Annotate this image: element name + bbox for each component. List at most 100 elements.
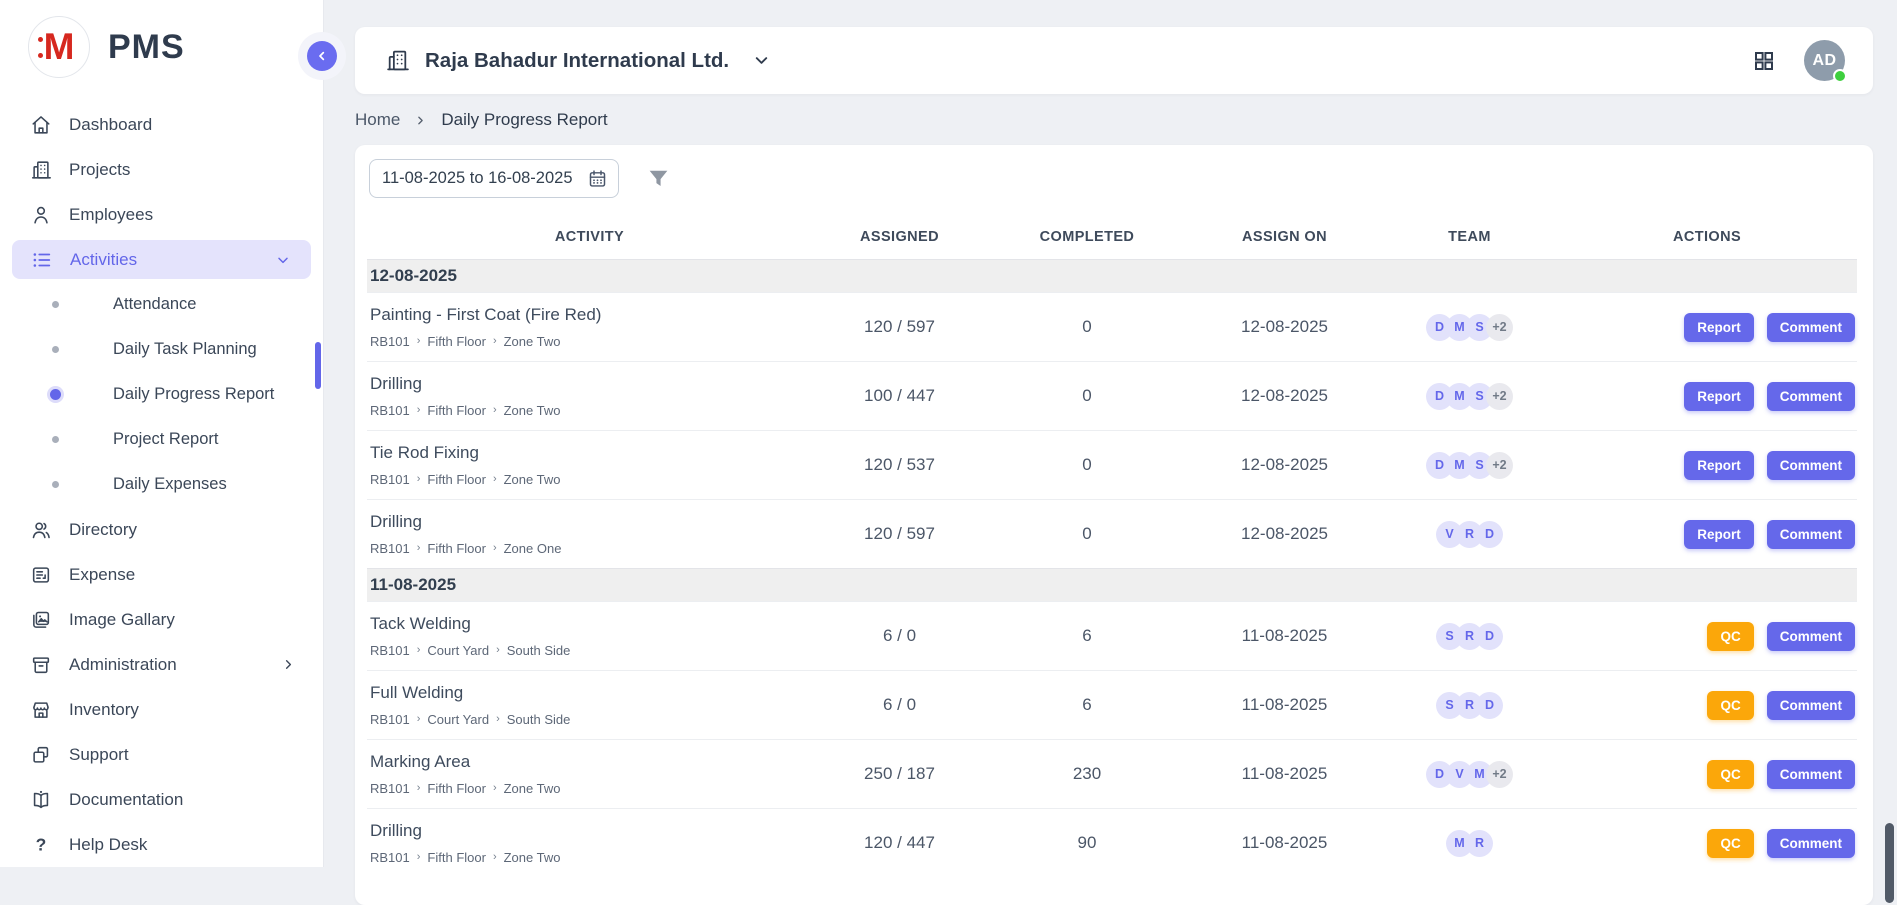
archive-icon: [30, 654, 52, 676]
team-avatar[interactable]: R: [1466, 830, 1493, 857]
team-avatar-group[interactable]: VRD: [1436, 521, 1503, 548]
sidebar-subitem-daily-task-planning[interactable]: Daily Task Planning: [0, 327, 323, 372]
sidebar-item-projects[interactable]: Projects: [0, 147, 323, 192]
activity-name: Drilling: [370, 512, 802, 532]
row-actions: QC Comment: [1557, 691, 1857, 720]
team-extra-badge[interactable]: +2: [1486, 314, 1513, 341]
assign-on-date: 12-08-2025: [1187, 317, 1382, 337]
apps-grid-icon[interactable]: [1752, 49, 1776, 73]
report-button[interactable]: Report: [1684, 451, 1754, 480]
team-avatar-group[interactable]: MR: [1446, 830, 1493, 857]
comment-button[interactable]: Comment: [1767, 382, 1855, 411]
report-button[interactable]: Report: [1684, 520, 1754, 549]
activity-path: RB101›Fifth Floor›Zone One: [370, 541, 802, 556]
comment-button[interactable]: Comment: [1767, 691, 1855, 720]
team-avatar[interactable]: D: [1476, 692, 1503, 719]
sidebar-item-activities[interactable]: Activities: [12, 240, 311, 279]
bullet-icon: [48, 389, 62, 400]
breadcrumb-home-link[interactable]: Home: [355, 110, 400, 130]
user-avatar[interactable]: AD: [1804, 40, 1845, 81]
sidebar-subitem-label: Daily Task Planning: [113, 340, 257, 359]
row-actions: QC Comment: [1557, 829, 1857, 858]
path-segment: Zone Two: [504, 334, 561, 349]
path-chevron-icon: ›: [493, 543, 497, 554]
top-header: Raja Bahadur International Ltd. AD: [355, 27, 1873, 94]
sidebar-collapse-button[interactable]: [307, 41, 337, 71]
team-extra-badge[interactable]: +2: [1486, 383, 1513, 410]
sidebar-item-image-gallary[interactable]: Image Gallary: [0, 597, 323, 642]
report-button[interactable]: Report: [1684, 382, 1754, 411]
comment-button[interactable]: Comment: [1767, 760, 1855, 789]
sidebar-item-expense[interactable]: Expense: [0, 552, 323, 597]
activity-name: Tack Welding: [370, 614, 802, 634]
comment-button[interactable]: Comment: [1767, 313, 1855, 342]
sidebar-item-label: Projects: [69, 160, 303, 180]
assign-on-date: 12-08-2025: [1187, 455, 1382, 475]
sidebar-item-documentation[interactable]: Documentation: [0, 777, 323, 822]
path-segment: RB101: [370, 541, 410, 556]
qc-button[interactable]: QC: [1707, 622, 1753, 651]
sidebar-item-directory[interactable]: Directory: [0, 507, 323, 552]
sidebar-subitem-label: Daily Progress Report: [113, 385, 274, 404]
sidebar-item-inventory[interactable]: Inventory: [0, 687, 323, 732]
date-range-input[interactable]: 11-08-2025 to 16-08-2025: [369, 159, 619, 198]
qc-button[interactable]: QC: [1707, 829, 1753, 858]
team-avatar-group[interactable]: DMS+2: [1426, 383, 1513, 410]
logo-m-icon: M: [28, 16, 90, 78]
comment-button[interactable]: Comment: [1767, 622, 1855, 651]
path-segment: RB101: [370, 334, 410, 349]
company-selector[interactable]: Raja Bahadur International Ltd.: [385, 48, 771, 73]
sidebar-subitem-project-report[interactable]: Project Report: [0, 417, 323, 462]
sidebar-subitem-label: Project Report: [113, 430, 218, 449]
path-chevron-icon: ›: [493, 474, 497, 485]
team-cell: SRD: [1382, 692, 1557, 719]
team-avatar-group[interactable]: DMS+2: [1426, 452, 1513, 479]
breadcrumb-current-page: Daily Progress Report: [441, 110, 607, 130]
path-segment: Fifth Floor: [427, 850, 486, 865]
sidebar-item-help-desk[interactable]: ? Help Desk: [0, 822, 323, 867]
comment-button[interactable]: Comment: [1767, 520, 1855, 549]
path-segment: Court Yard: [427, 712, 489, 727]
bullet-icon: [48, 301, 62, 308]
assigned-value: 120 / 447: [812, 833, 987, 853]
sidebar-item-dashboard[interactable]: Dashboard: [0, 102, 323, 147]
path-chevron-icon: ›: [496, 714, 500, 725]
team-avatar-group[interactable]: SRD: [1436, 623, 1503, 650]
sidebar-item-label: Directory: [69, 520, 303, 540]
filter-icon[interactable]: [646, 166, 671, 191]
path-segment: RB101: [370, 712, 410, 727]
assign-on-date: 11-08-2025: [1187, 626, 1382, 646]
qc-button[interactable]: QC: [1707, 691, 1753, 720]
team-extra-badge[interactable]: +2: [1486, 761, 1513, 788]
sidebar-subitem-daily-expenses[interactable]: Daily Expenses: [0, 462, 323, 507]
team-cell: DMS+2: [1382, 452, 1557, 479]
activity-path: RB101›Fifth Floor›Zone Two: [370, 850, 802, 865]
team-avatar[interactable]: D: [1476, 521, 1503, 548]
sidebar-item-support[interactable]: Support: [0, 732, 323, 777]
team-avatar-group[interactable]: DVM+2: [1426, 761, 1513, 788]
date-group-row: 11-08-2025: [367, 568, 1857, 601]
path-segment: Fifth Floor: [427, 403, 486, 418]
table-row: Full WeldingRB101›Court Yard›South Side6…: [367, 670, 1857, 739]
store-icon: [30, 699, 52, 721]
comment-button[interactable]: Comment: [1767, 829, 1855, 858]
team-avatar-group[interactable]: SRD: [1436, 692, 1503, 719]
scrollbar-thumb[interactable]: [1885, 823, 1894, 903]
sidebar-item-administration[interactable]: Administration: [0, 642, 323, 687]
assigned-value: 120 / 597: [812, 524, 987, 544]
team-avatar-group[interactable]: DMS+2: [1426, 314, 1513, 341]
team-extra-badge[interactable]: +2: [1486, 452, 1513, 479]
activity-path: RB101›Court Yard›South Side: [370, 643, 802, 658]
sidebar-item-label: Documentation: [69, 790, 303, 810]
sidebar-subitem-attendance[interactable]: Attendance: [0, 282, 323, 327]
report-button[interactable]: Report: [1684, 313, 1754, 342]
qc-button[interactable]: QC: [1707, 760, 1753, 789]
team-avatar[interactable]: D: [1476, 623, 1503, 650]
company-name: Raja Bahadur International Ltd.: [425, 49, 729, 73]
sidebar-subitem-daily-progress-report[interactable]: Daily Progress Report: [0, 372, 323, 417]
sidebar-item-employees[interactable]: Employees: [0, 192, 323, 237]
activity-cell: Painting - First Coat (Fire Red)RB101›Fi…: [367, 305, 812, 349]
comment-button[interactable]: Comment: [1767, 451, 1855, 480]
team-cell: DMS+2: [1382, 383, 1557, 410]
logo-text: PMS: [108, 28, 185, 67]
